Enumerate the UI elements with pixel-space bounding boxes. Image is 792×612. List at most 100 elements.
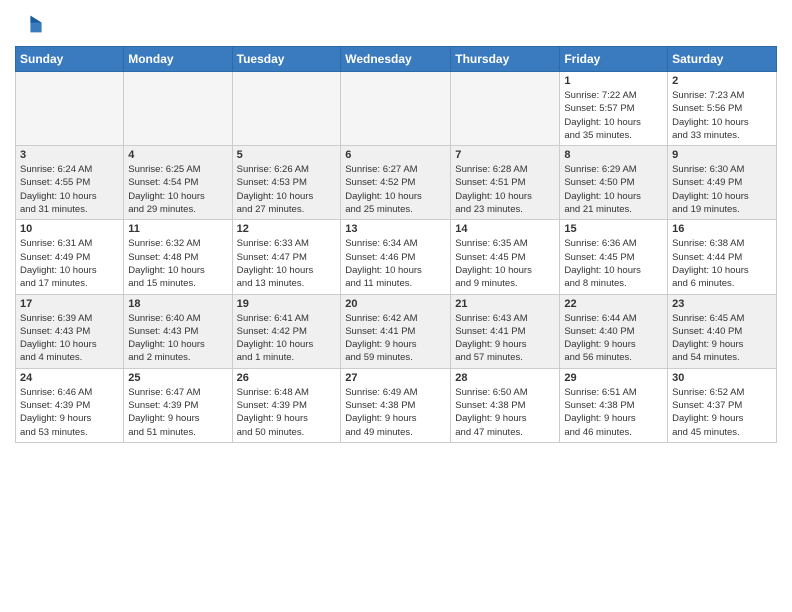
calendar-cell: 7Sunrise: 6:28 AM Sunset: 4:51 PM Daylig… <box>451 146 560 220</box>
calendar-cell: 12 Sunrise: 6:33 AM Sunset: 4:47 PM Dayli… <box>232 220 341 294</box>
day-number: 20 <box>345 298 446 310</box>
calendar-cell: 9 Sunrise: 6:30 AM Sunset: 4:49 PM Daylig… <box>668 146 777 220</box>
cell-content: Sunrise: 7:23 AM Sunset: 5:56 PM Dayligh… <box>672 89 772 142</box>
calendar-cell: 18 Sunrise: 6:40 AM Sunset: 4:43 PM Dayli… <box>124 294 232 368</box>
day-number: 27 <box>345 372 446 384</box>
weekday-header: Friday <box>560 47 668 72</box>
day-number: 13 <box>345 223 446 235</box>
calendar-cell: 16 Sunrise: 6:38 AM Sunset: 4:44 PM Dayli… <box>668 220 777 294</box>
calendar-week-row: 10 Sunrise: 6:31 AM Sunset: 4:49 PM Dayli… <box>16 220 777 294</box>
cell-content: Sunrise: 6:27 AM Sunset: 4:52 PM Dayligh… <box>345 163 446 216</box>
cell-content: Sunrise: 6:28 AM Sunset: 4:51 PM Dayligh… <box>455 163 555 216</box>
calendar-table: SundayMondayTuesdayWednesdayThursdayFrid… <box>15 46 777 443</box>
day-number: 21 <box>455 298 555 310</box>
cell-content: Sunrise: 6:32 AM Sunset: 4:48 PM Dayligh… <box>128 237 227 290</box>
calendar-week-row: 24 Sunrise: 6:46 AM Sunset: 4:39 PM Dayli… <box>16 368 777 442</box>
cell-content: Sunrise: 6:26 AM Sunset: 4:53 PM Dayligh… <box>237 163 337 216</box>
cell-content: Sunrise: 6:38 AM Sunset: 4:44 PM Dayligh… <box>672 237 772 290</box>
day-number: 3 <box>20 149 119 161</box>
calendar-cell: 8Sunrise: 6:29 AM Sunset: 4:50 PM Daylig… <box>560 146 668 220</box>
calendar-cell <box>124 72 232 146</box>
day-number: 14 <box>455 223 555 235</box>
header-row: SundayMondayTuesdayWednesdayThursdayFrid… <box>16 47 777 72</box>
day-number: 16 <box>672 223 772 235</box>
day-number: 30 <box>672 372 772 384</box>
cell-content: Sunrise: 6:51 AM Sunset: 4:38 PM Dayligh… <box>564 386 663 439</box>
calendar-week-row: 3Sunrise: 6:24 AM Sunset: 4:55 PM Daylig… <box>16 146 777 220</box>
cell-content: Sunrise: 6:36 AM Sunset: 4:45 PM Dayligh… <box>564 237 663 290</box>
cell-content: Sunrise: 6:49 AM Sunset: 4:38 PM Dayligh… <box>345 386 446 439</box>
calendar-week-row: 1Sunrise: 7:22 AM Sunset: 5:57 PM Daylig… <box>16 72 777 146</box>
day-number: 25 <box>128 372 227 384</box>
calendar-cell: 21 Sunrise: 6:43 AM Sunset: 4:41 PM Dayli… <box>451 294 560 368</box>
day-number: 9 <box>672 149 772 161</box>
weekday-header: Tuesday <box>232 47 341 72</box>
logo <box>15 10 47 38</box>
cell-content: Sunrise: 6:39 AM Sunset: 4:43 PM Dayligh… <box>20 312 119 365</box>
cell-content: Sunrise: 6:46 AM Sunset: 4:39 PM Dayligh… <box>20 386 119 439</box>
cell-content: Sunrise: 6:34 AM Sunset: 4:46 PM Dayligh… <box>345 237 446 290</box>
day-number: 15 <box>564 223 663 235</box>
calendar-cell: 4 Sunrise: 6:25 AM Sunset: 4:54 PM Daylig… <box>124 146 232 220</box>
calendar-cell: 6 Sunrise: 6:27 AM Sunset: 4:52 PM Daylig… <box>341 146 451 220</box>
calendar-cell: 17 Sunrise: 6:39 AM Sunset: 4:43 PM Dayli… <box>16 294 124 368</box>
day-number: 17 <box>20 298 119 310</box>
calendar-cell <box>16 72 124 146</box>
cell-content: Sunrise: 6:31 AM Sunset: 4:49 PM Dayligh… <box>20 237 119 290</box>
cell-content: Sunrise: 6:48 AM Sunset: 4:39 PM Dayligh… <box>237 386 337 439</box>
calendar-cell: 10 Sunrise: 6:31 AM Sunset: 4:49 PM Dayli… <box>16 220 124 294</box>
day-number: 6 <box>345 149 446 161</box>
weekday-header: Thursday <box>451 47 560 72</box>
calendar-cell: 13 Sunrise: 6:34 AM Sunset: 4:46 PM Dayli… <box>341 220 451 294</box>
day-number: 29 <box>564 372 663 384</box>
calendar-cell <box>341 72 451 146</box>
calendar-cell: 24 Sunrise: 6:46 AM Sunset: 4:39 PM Dayli… <box>16 368 124 442</box>
header <box>15 10 777 38</box>
calendar-cell: 19Sunrise: 6:41 AM Sunset: 4:42 PM Dayli… <box>232 294 341 368</box>
cell-content: Sunrise: 6:42 AM Sunset: 4:41 PM Dayligh… <box>345 312 446 365</box>
calendar-cell: 27 Sunrise: 6:49 AM Sunset: 4:38 PM Dayli… <box>341 368 451 442</box>
calendar-cell: 29 Sunrise: 6:51 AM Sunset: 4:38 PM Dayli… <box>560 368 668 442</box>
calendar-cell: 30 Sunrise: 6:52 AM Sunset: 4:37 PM Dayli… <box>668 368 777 442</box>
day-number: 12 <box>237 223 337 235</box>
weekday-header: Saturday <box>668 47 777 72</box>
calendar-cell: 28 Sunrise: 6:50 AM Sunset: 4:38 PM Dayli… <box>451 368 560 442</box>
day-number: 10 <box>20 223 119 235</box>
calendar-cell: 1Sunrise: 7:22 AM Sunset: 5:57 PM Daylig… <box>560 72 668 146</box>
cell-content: Sunrise: 6:29 AM Sunset: 4:50 PM Dayligh… <box>564 163 663 216</box>
calendar-cell: 26 Sunrise: 6:48 AM Sunset: 4:39 PM Dayli… <box>232 368 341 442</box>
day-number: 23 <box>672 298 772 310</box>
day-number: 4 <box>128 149 227 161</box>
day-number: 18 <box>128 298 227 310</box>
day-number: 28 <box>455 372 555 384</box>
calendar-cell: 2Sunrise: 7:23 AM Sunset: 5:56 PM Daylig… <box>668 72 777 146</box>
cell-content: Sunrise: 6:40 AM Sunset: 4:43 PM Dayligh… <box>128 312 227 365</box>
calendar-cell: 25 Sunrise: 6:47 AM Sunset: 4:39 PM Dayli… <box>124 368 232 442</box>
calendar-cell: 14Sunrise: 6:35 AM Sunset: 4:45 PM Dayli… <box>451 220 560 294</box>
day-number: 24 <box>20 372 119 384</box>
day-number: 5 <box>237 149 337 161</box>
logo-icon <box>15 10 43 38</box>
cell-content: Sunrise: 6:45 AM Sunset: 4:40 PM Dayligh… <box>672 312 772 365</box>
cell-content: Sunrise: 6:43 AM Sunset: 4:41 PM Dayligh… <box>455 312 555 365</box>
calendar-cell: 22Sunrise: 6:44 AM Sunset: 4:40 PM Dayli… <box>560 294 668 368</box>
calendar-cell: 5 Sunrise: 6:26 AM Sunset: 4:53 PM Daylig… <box>232 146 341 220</box>
cell-content: Sunrise: 6:25 AM Sunset: 4:54 PM Dayligh… <box>128 163 227 216</box>
cell-content: Sunrise: 6:47 AM Sunset: 4:39 PM Dayligh… <box>128 386 227 439</box>
cell-content: Sunrise: 6:50 AM Sunset: 4:38 PM Dayligh… <box>455 386 555 439</box>
calendar-cell: 3Sunrise: 6:24 AM Sunset: 4:55 PM Daylig… <box>16 146 124 220</box>
cell-content: Sunrise: 6:33 AM Sunset: 4:47 PM Dayligh… <box>237 237 337 290</box>
weekday-header: Monday <box>124 47 232 72</box>
cell-content: Sunrise: 6:52 AM Sunset: 4:37 PM Dayligh… <box>672 386 772 439</box>
cell-content: Sunrise: 6:44 AM Sunset: 4:40 PM Dayligh… <box>564 312 663 365</box>
calendar-cell: 15 Sunrise: 6:36 AM Sunset: 4:45 PM Dayli… <box>560 220 668 294</box>
day-number: 26 <box>237 372 337 384</box>
calendar-cell: 23 Sunrise: 6:45 AM Sunset: 4:40 PM Dayli… <box>668 294 777 368</box>
calendar-cell <box>232 72 341 146</box>
calendar-cell: 20 Sunrise: 6:42 AM Sunset: 4:41 PM Dayli… <box>341 294 451 368</box>
calendar-cell: 11 Sunrise: 6:32 AM Sunset: 4:48 PM Dayli… <box>124 220 232 294</box>
day-number: 1 <box>564 75 663 87</box>
day-number: 19 <box>237 298 337 310</box>
day-number: 11 <box>128 223 227 235</box>
cell-content: Sunrise: 6:30 AM Sunset: 4:49 PM Dayligh… <box>672 163 772 216</box>
